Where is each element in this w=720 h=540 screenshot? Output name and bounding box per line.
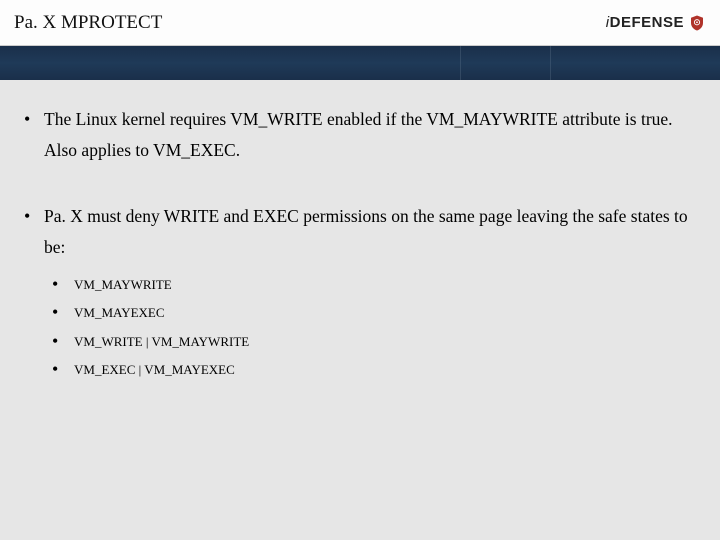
- slide-container: Pa. X MPROTECT iDEFENSE The Linux kernel…: [0, 0, 720, 540]
- slide-body: The Linux kernel requires VM_WRITE enabl…: [0, 80, 720, 378]
- brand-logo-text: iDEFENSE: [606, 14, 684, 31]
- brand-logo: iDEFENSE: [606, 14, 706, 32]
- bullet-text: The Linux kernel requires VM_WRITE enabl…: [44, 109, 673, 160]
- list-item: VM_EXEC | VM_MAYEXEC: [44, 362, 698, 378]
- bullet-list: The Linux kernel requires VM_WRITE enabl…: [22, 104, 698, 378]
- sub-bullet-list: VM_MAYWRITE VM_MAYEXEC VM_WRITE | VM_MAY…: [44, 277, 698, 378]
- list-item: Pa. X must deny WRITE and EXEC permissio…: [22, 201, 698, 378]
- list-item: VM_MAYEXEC: [44, 305, 698, 321]
- slide-title: Pa. X MPROTECT: [14, 12, 162, 34]
- sub-bullet-text: VM_EXEC | VM_MAYEXEC: [74, 362, 235, 377]
- banner-strip: [0, 46, 720, 80]
- sub-bullet-text: VM_WRITE | VM_MAYWRITE: [74, 334, 249, 349]
- list-item: VM_MAYWRITE: [44, 277, 698, 293]
- sub-bullet-text: VM_MAYWRITE: [74, 277, 172, 292]
- shield-icon: [688, 14, 706, 32]
- sub-bullet-text: VM_MAYEXEC: [74, 305, 165, 320]
- bullet-text: Pa. X must deny WRITE and EXEC permissio…: [44, 206, 688, 257]
- title-bar: Pa. X MPROTECT iDEFENSE: [0, 0, 720, 46]
- list-item: The Linux kernel requires VM_WRITE enabl…: [22, 104, 698, 165]
- list-item: VM_WRITE | VM_MAYWRITE: [44, 334, 698, 350]
